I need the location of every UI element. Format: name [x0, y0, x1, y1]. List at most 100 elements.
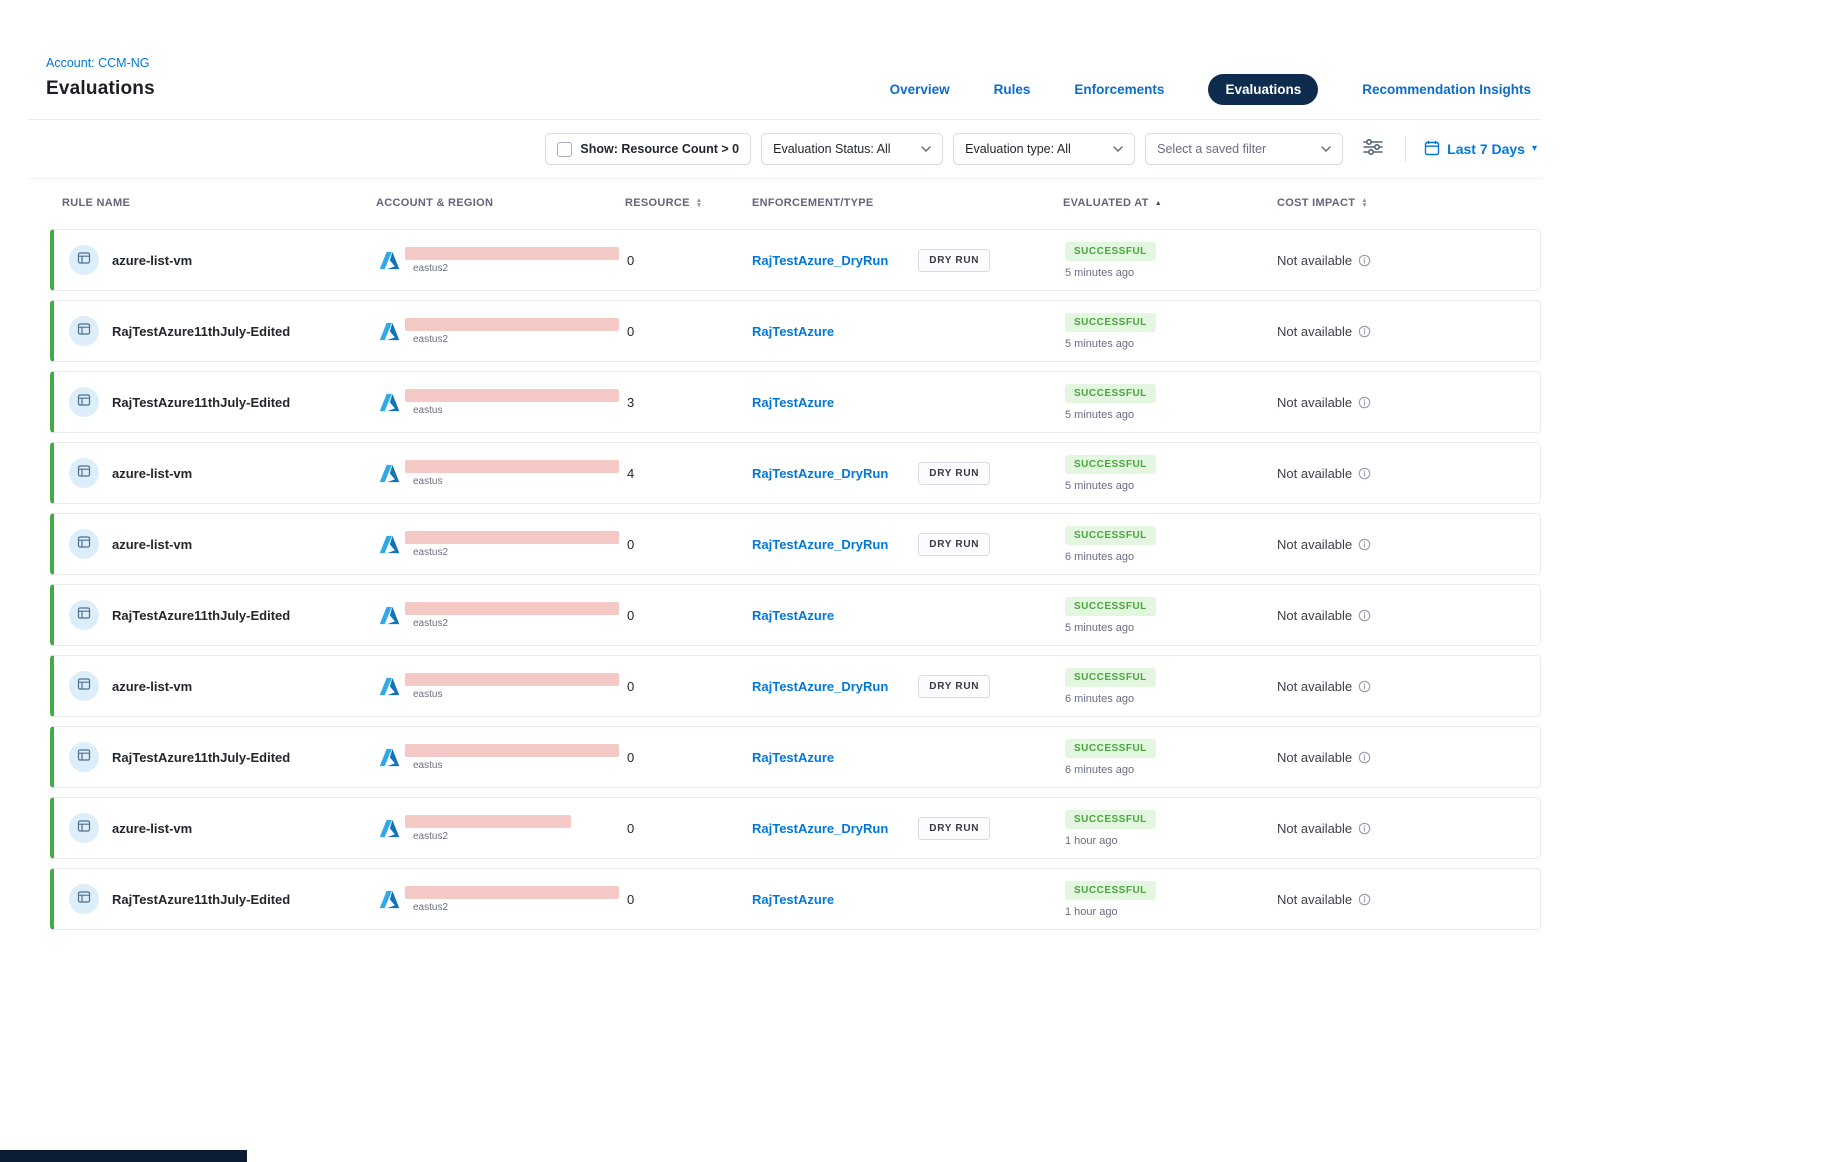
rule-name: RajTestAzure11thJuly-Edited — [112, 750, 290, 765]
evaluated-at-cell: SUCCESSFUL 1 hour ago — [1063, 881, 1277, 918]
rule-name: azure-list-vm — [112, 466, 192, 481]
tab-recommendation-insights[interactable]: Recommendation Insights — [1362, 82, 1531, 97]
status-badge: SUCCESSFUL — [1065, 242, 1156, 261]
rule-name: azure-list-vm — [112, 537, 192, 552]
sliders-icon — [1363, 139, 1383, 160]
info-icon[interactable] — [1358, 396, 1371, 409]
enforcement-link[interactable]: RajTestAzure_DryRun — [752, 821, 888, 836]
evaluated-at-cell: SUCCESSFUL 5 minutes ago — [1063, 384, 1277, 421]
evaluated-at-cell: SUCCESSFUL 6 minutes ago — [1063, 739, 1277, 776]
cost-impact-cell: Not available — [1277, 395, 1540, 410]
table-header: RULE NAME ACCOUNT & REGION RESOURCE ▲▼ E… — [28, 179, 1541, 229]
account-redacted-bar — [405, 886, 619, 899]
rule-icon — [77, 393, 91, 412]
rule-cell: RajTestAzure11thJuly-Edited — [54, 600, 376, 630]
tab-evaluations[interactable]: Evaluations — [1208, 74, 1318, 105]
info-icon[interactable] — [1358, 822, 1371, 835]
cost-impact-cell: Not available — [1277, 750, 1540, 765]
table-row[interactable]: RajTestAzure11thJuly-Edited eastus2 0 Ra… — [50, 584, 1541, 646]
resource-count-label: Show: Resource Count > 0 — [580, 142, 739, 156]
rule-avatar — [69, 742, 99, 772]
cost-impact-cell: Not available — [1277, 679, 1540, 694]
cost-impact-value: Not available — [1277, 821, 1352, 836]
table-row[interactable]: azure-list-vm eastus 4 RajTestAzure_DryR… — [50, 442, 1541, 504]
table-row[interactable]: azure-list-vm eastus 0 RajTestAzure_DryR… — [50, 655, 1541, 717]
filter-settings-button[interactable] — [1359, 135, 1387, 164]
cost-impact-value: Not available — [1277, 892, 1352, 907]
tab-overview[interactable]: Overview — [890, 82, 950, 97]
enforcement-link[interactable]: RajTestAzure — [752, 395, 834, 410]
rule-avatar — [69, 458, 99, 488]
info-icon[interactable] — [1358, 325, 1371, 338]
table-row[interactable]: azure-list-vm eastus2 0 RajTestAzure_Dry… — [50, 229, 1541, 291]
enforcement-cell: RajTestAzure_DryRun DRY RUN — [752, 533, 1063, 556]
resource-count-filter[interactable]: Show: Resource Count > 0 — [545, 133, 751, 165]
info-icon[interactable] — [1358, 751, 1371, 764]
evaluation-type-dropdown[interactable]: Evaluation type: All — [953, 133, 1135, 165]
account-info: eastus2 — [405, 602, 619, 629]
tab-rules[interactable]: Rules — [994, 82, 1031, 97]
saved-filter-dropdown[interactable]: Select a saved filter — [1145, 133, 1343, 165]
enforcement-link[interactable]: RajTestAzure_DryRun — [752, 537, 888, 552]
column-cost-impact[interactable]: COST IMPACT ▲▼ — [1277, 197, 1541, 209]
resource-count: 0 — [625, 253, 752, 268]
enforcement-cell: RajTestAzure DRY RUN — [752, 395, 1063, 410]
enforcement-link[interactable]: RajTestAzure — [752, 324, 834, 339]
rule-avatar — [69, 529, 99, 559]
enforcement-cell: RajTestAzure_DryRun DRY RUN — [752, 462, 1063, 485]
info-icon[interactable] — [1358, 893, 1371, 906]
enforcement-cell: RajTestAzure_DryRun DRY RUN — [752, 675, 1063, 698]
sort-icon: ▲▼ — [1361, 198, 1368, 208]
resource-count: 0 — [625, 821, 752, 836]
table-row[interactable]: RajTestAzure11thJuly-Edited eastus 3 Raj… — [50, 371, 1541, 433]
status-badge: SUCCESSFUL — [1065, 313, 1156, 332]
info-icon[interactable] — [1358, 680, 1371, 693]
status-badge: SUCCESSFUL — [1065, 384, 1156, 403]
status-badge: SUCCESSFUL — [1065, 455, 1156, 474]
info-icon[interactable] — [1358, 467, 1371, 480]
table-row[interactable]: RajTestAzure11thJuly-Edited eastus2 0 Ra… — [50, 868, 1541, 930]
evaluated-time: 6 minutes ago — [1065, 693, 1277, 705]
info-icon[interactable] — [1358, 609, 1371, 622]
column-resource[interactable]: RESOURCE ▲▼ — [625, 197, 752, 209]
account-breadcrumb[interactable]: Account: CCM-NG — [46, 56, 155, 70]
account-info: eastus2 — [405, 531, 619, 558]
account-info: eastus — [405, 673, 619, 700]
account-region-cell: eastus2 — [376, 602, 625, 629]
table-row[interactable]: RajTestAzure11thJuly-Edited eastus 0 Raj… — [50, 726, 1541, 788]
enforcement-link[interactable]: RajTestAzure_DryRun — [752, 466, 888, 481]
table-row[interactable]: RajTestAzure11thJuly-Edited eastus2 0 Ra… — [50, 300, 1541, 362]
region-label: eastus2 — [413, 547, 619, 558]
region-label: eastus — [413, 405, 619, 416]
enforcement-link[interactable]: RajTestAzure — [752, 608, 834, 623]
info-icon[interactable] — [1358, 538, 1371, 551]
azure-icon — [378, 604, 401, 627]
rule-cell: azure-list-vm — [54, 529, 376, 559]
info-icon[interactable] — [1358, 254, 1371, 267]
enforcement-link[interactable]: RajTestAzure — [752, 892, 834, 907]
status-badge: SUCCESSFUL — [1065, 739, 1156, 758]
table-row[interactable]: azure-list-vm eastus2 0 RajTestAzure_Dry… — [50, 797, 1541, 859]
evaluations-page: Account: CCM-NG Evaluations Overview Rul… — [28, 0, 1541, 939]
account-redacted-bar — [405, 531, 619, 544]
evaluation-type-value: Evaluation type: All — [965, 142, 1071, 156]
account-redacted-bar — [405, 744, 619, 757]
region-label: eastus — [413, 760, 619, 771]
account-redacted-bar — [405, 673, 619, 686]
azure-icon — [378, 533, 401, 556]
caret-down-icon: ▾ — [1532, 144, 1537, 154]
chevron-down-icon — [921, 146, 931, 152]
evaluated-at-cell: SUCCESSFUL 6 minutes ago — [1063, 668, 1277, 705]
date-range-picker[interactable]: Last 7 Days ▾ — [1424, 140, 1537, 159]
resource-count-checkbox[interactable] — [557, 142, 572, 157]
rule-icon — [77, 251, 91, 270]
enforcement-link[interactable]: RajTestAzure — [752, 750, 834, 765]
table-row[interactable]: azure-list-vm eastus2 0 RajTestAzure_Dry… — [50, 513, 1541, 575]
dry-run-badge: DRY RUN — [918, 533, 990, 556]
evaluation-status-dropdown[interactable]: Evaluation Status: All — [761, 133, 943, 165]
tab-enforcements[interactable]: Enforcements — [1074, 82, 1164, 97]
enforcement-link[interactable]: RajTestAzure_DryRun — [752, 253, 888, 268]
evaluation-status-value: Evaluation Status: All — [773, 142, 890, 156]
enforcement-link[interactable]: RajTestAzure_DryRun — [752, 679, 888, 694]
column-evaluated-at[interactable]: EVALUATED AT ▲ — [1063, 197, 1277, 209]
